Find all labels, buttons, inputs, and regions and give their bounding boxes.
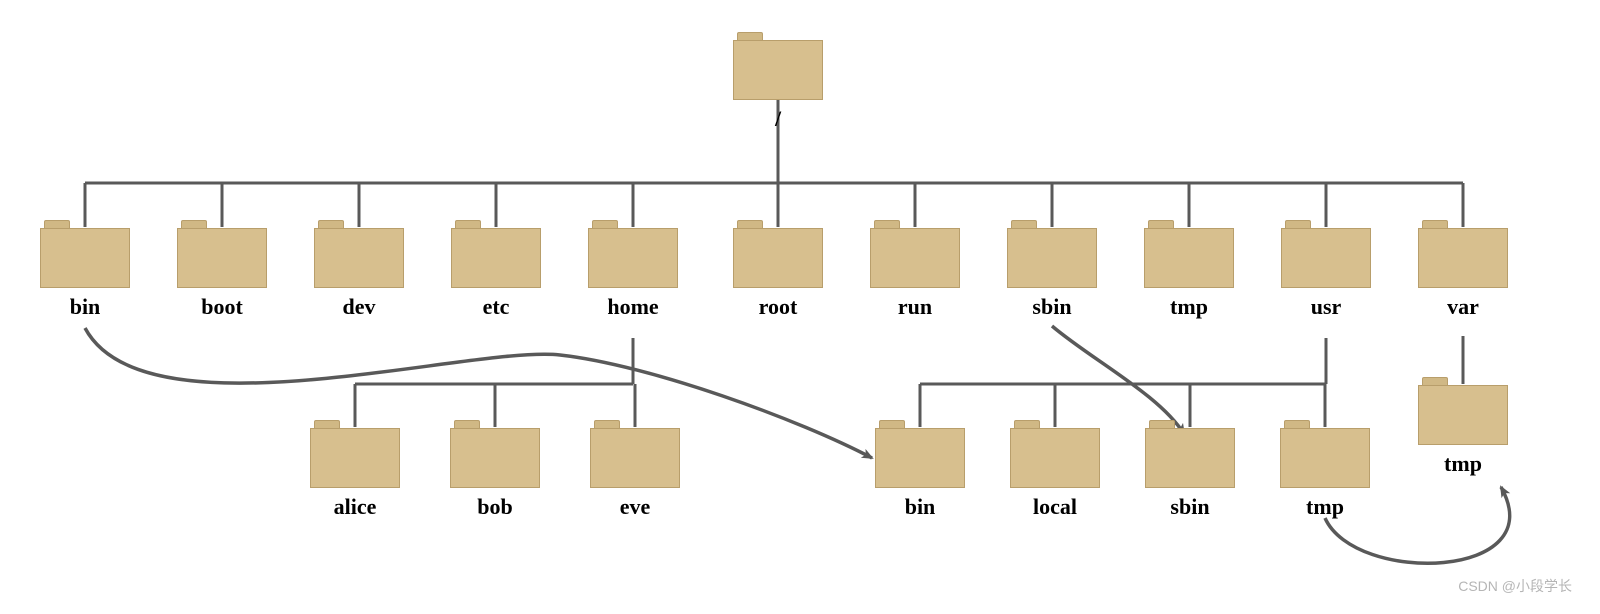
folder-label: etc <box>451 294 541 320</box>
folder-label: dev <box>314 294 404 320</box>
folder-usr-bin: bin <box>875 418 965 520</box>
folder-label: tmp <box>1418 451 1508 477</box>
folder-label: sbin <box>1145 494 1235 520</box>
folder-label: usr <box>1281 294 1371 320</box>
folder-label: bin <box>40 294 130 320</box>
folder-var: var <box>1418 218 1508 320</box>
folder-label: tmp <box>1144 294 1234 320</box>
folder-icon <box>1418 375 1508 445</box>
folder-icon <box>1144 218 1234 288</box>
folder-tmp: tmp <box>1144 218 1234 320</box>
folder-icon <box>1418 218 1508 288</box>
folder-label: run <box>870 294 960 320</box>
folder-root-slash: / <box>733 30 823 132</box>
folder-label: local <box>1010 494 1100 520</box>
folder-icon <box>1281 218 1371 288</box>
folder-root: root <box>733 218 823 320</box>
folder-label: root <box>733 294 823 320</box>
folder-label: / <box>733 106 823 132</box>
folder-dev: dev <box>314 218 404 320</box>
folder-sbin: sbin <box>1007 218 1097 320</box>
folder-icon <box>1145 418 1235 488</box>
folder-eve: eve <box>590 418 680 520</box>
folder-var-tmp: tmp <box>1418 375 1508 477</box>
folder-label: home <box>588 294 678 320</box>
folder-icon <box>177 218 267 288</box>
folder-icon <box>588 218 678 288</box>
folder-icon <box>1280 418 1370 488</box>
folder-label: bin <box>875 494 965 520</box>
folder-etc: etc <box>451 218 541 320</box>
folder-alice: alice <box>310 418 400 520</box>
folder-usr: usr <box>1281 218 1371 320</box>
folder-label: tmp <box>1280 494 1370 520</box>
folder-home: home <box>588 218 678 320</box>
folder-usr-tmp: tmp <box>1280 418 1370 520</box>
folder-icon <box>310 418 400 488</box>
folder-label: alice <box>310 494 400 520</box>
folder-icon <box>590 418 680 488</box>
folder-label: var <box>1418 294 1508 320</box>
folder-icon <box>875 418 965 488</box>
folder-icon <box>1010 418 1100 488</box>
folder-usr-local: local <box>1010 418 1100 520</box>
folder-bob: bob <box>450 418 540 520</box>
folder-icon <box>450 418 540 488</box>
folder-icon <box>733 30 823 100</box>
folder-icon <box>314 218 404 288</box>
folder-boot: boot <box>177 218 267 320</box>
folder-usr-sbin: sbin <box>1145 418 1235 520</box>
folder-icon <box>733 218 823 288</box>
folder-icon <box>40 218 130 288</box>
watermark-text: CSDN @小段学长 <box>1458 576 1572 596</box>
folder-icon <box>451 218 541 288</box>
folder-label: eve <box>590 494 680 520</box>
folder-bin: bin <box>40 218 130 320</box>
folder-icon <box>1007 218 1097 288</box>
folder-label: sbin <box>1007 294 1097 320</box>
folder-run: run <box>870 218 960 320</box>
folder-icon <box>870 218 960 288</box>
folder-label: boot <box>177 294 267 320</box>
folder-label: bob <box>450 494 540 520</box>
